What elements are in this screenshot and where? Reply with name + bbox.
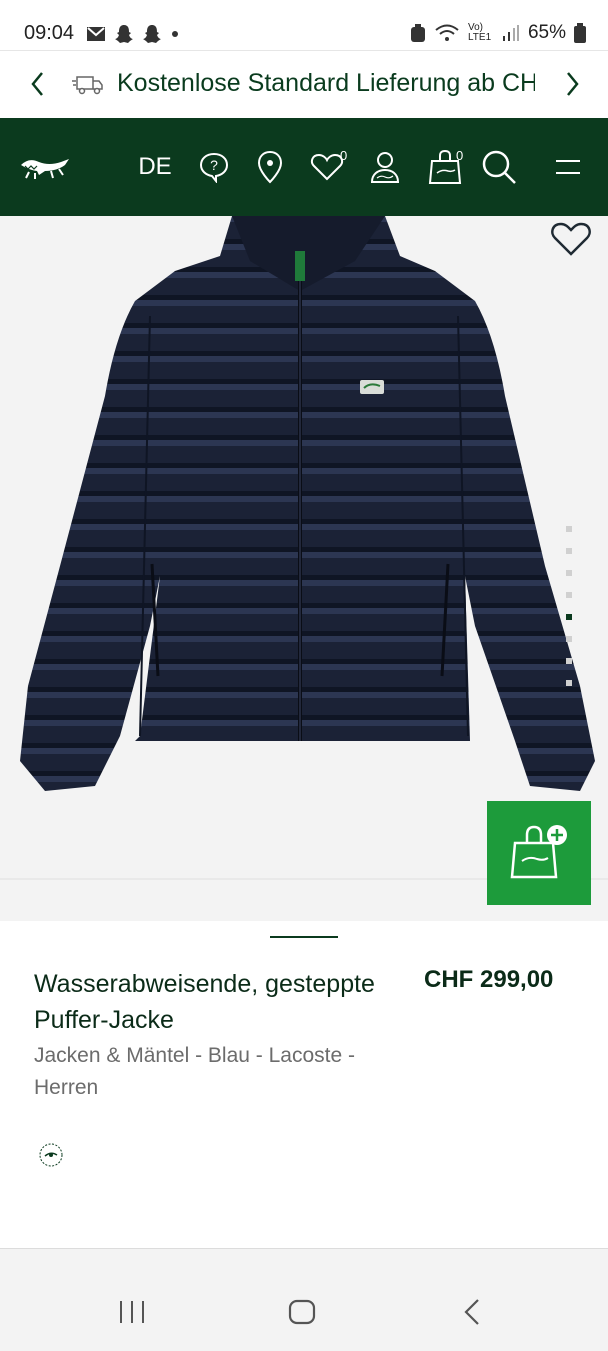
svg-text:?: ? bbox=[210, 157, 218, 173]
wishlist-count: 0 bbox=[340, 148, 348, 163]
gallery-dot[interactable] bbox=[566, 548, 572, 554]
signal-icon bbox=[502, 25, 519, 41]
bag-count: 0 bbox=[456, 148, 464, 163]
gallery-dot[interactable] bbox=[566, 570, 572, 576]
logo-link[interactable] bbox=[18, 118, 72, 216]
gallery-dot[interactable] bbox=[566, 636, 572, 642]
crocodile-logo-icon bbox=[21, 159, 69, 179]
sheet-handle[interactable] bbox=[270, 936, 338, 938]
bag-button[interactable]: 0 bbox=[424, 118, 466, 216]
product-price: CHF 299,00 bbox=[424, 966, 554, 993]
help-button[interactable]: ? bbox=[194, 118, 234, 216]
gallery-dot[interactable] bbox=[566, 592, 572, 598]
snapchat-icon bbox=[143, 25, 161, 43]
home-icon[interactable] bbox=[288, 1299, 316, 1325]
promo-banner: Kostenlose Standard Lieferung ab CHF bbox=[0, 50, 608, 119]
gallery-dot[interactable] bbox=[566, 680, 572, 686]
store-locator-button[interactable] bbox=[252, 118, 288, 216]
back-icon[interactable] bbox=[462, 1297, 482, 1327]
gallery-dot-active[interactable] bbox=[566, 614, 572, 620]
main-navbar: DE ? 0 0 bbox=[0, 118, 608, 216]
mail-icon bbox=[87, 27, 105, 41]
search-button[interactable] bbox=[478, 118, 520, 216]
chevron-right-icon[interactable] bbox=[562, 69, 582, 99]
gallery-dot[interactable] bbox=[566, 658, 572, 664]
user-icon bbox=[370, 152, 400, 183]
wishlist-button[interactable]: 0 bbox=[306, 118, 348, 216]
status-time: 09:04 bbox=[24, 22, 75, 44]
promo-text[interactable]: Kostenlose Standard Lieferung ab CHF bbox=[117, 69, 535, 98]
wifi-icon bbox=[435, 24, 459, 41]
chevron-left-icon[interactable] bbox=[28, 69, 48, 99]
snapchat-icon bbox=[115, 25, 133, 43]
recycle-icon bbox=[410, 24, 425, 42]
search-icon bbox=[482, 150, 516, 184]
jacket-image bbox=[20, 216, 595, 791]
product-subtitle: Jacken & Mäntel - Blau - Lacoste - Herre… bbox=[34, 1044, 355, 1099]
add-to-bag-icon bbox=[510, 825, 567, 879]
network-label: Vo) LTE1 bbox=[467, 22, 492, 43]
gallery-dot[interactable] bbox=[566, 526, 572, 532]
recent-apps-icon[interactable] bbox=[118, 1299, 146, 1325]
system-nav-bar bbox=[0, 1248, 608, 1351]
menu-button[interactable] bbox=[548, 118, 588, 216]
wishlist-heart-icon[interactable] bbox=[550, 220, 592, 258]
organic-cotton-badge bbox=[38, 1142, 64, 1173]
delivery-truck-icon bbox=[72, 76, 103, 95]
status-bar: 09:04 Vo) LTE1 65% bbox=[0, 0, 608, 50]
heart-icon bbox=[310, 153, 344, 181]
organic-cotton-icon bbox=[39, 1143, 63, 1167]
gallery-pagination[interactable] bbox=[566, 526, 572, 686]
language-switch[interactable]: DE bbox=[132, 118, 178, 216]
add-to-bag-button[interactable] bbox=[487, 801, 591, 905]
battery-percent: 65% bbox=[527, 22, 566, 43]
dot-icon bbox=[172, 31, 178, 37]
location-pin-icon bbox=[257, 150, 283, 184]
hamburger-menu-icon bbox=[556, 160, 580, 174]
help-icon: ? bbox=[199, 152, 229, 183]
product-title: Wasserabweisende, gesteppte Puffer-Jacke bbox=[34, 970, 375, 1034]
account-button[interactable] bbox=[366, 118, 404, 216]
battery-icon bbox=[574, 23, 586, 43]
